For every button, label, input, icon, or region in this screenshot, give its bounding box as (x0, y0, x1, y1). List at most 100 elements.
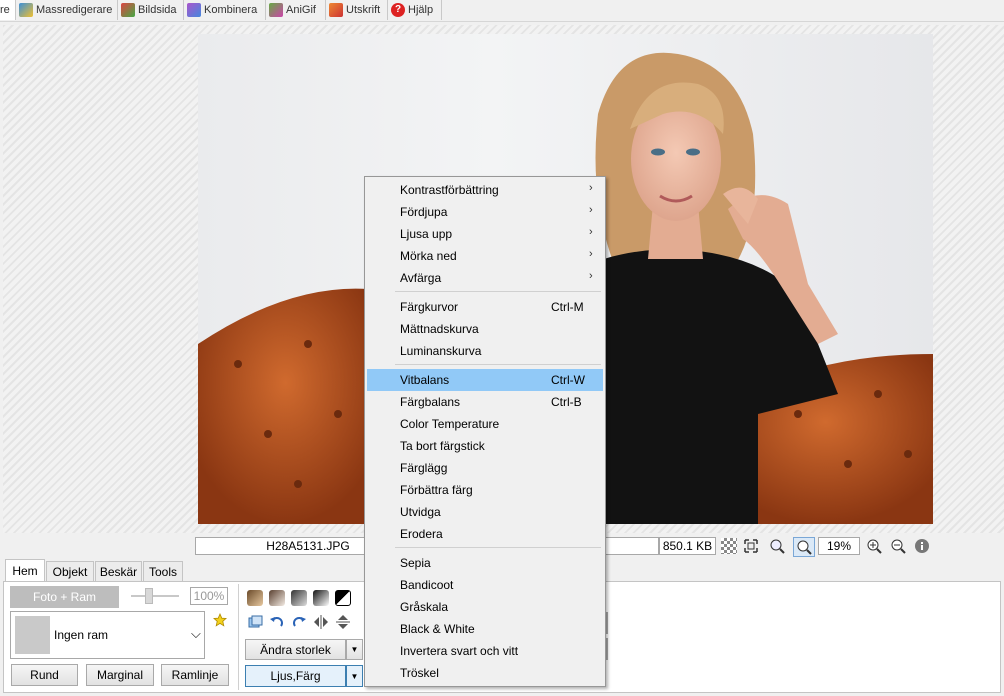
zoom-actual-icon[interactable] (769, 538, 785, 554)
tab-utskrift-label: Utskrift (346, 4, 381, 16)
contrast-icon[interactable] (313, 590, 329, 606)
menu-item-label: Invertera svart och vitt (400, 644, 519, 658)
menu-item-erodera[interactable]: Erodera (367, 523, 603, 545)
menu-item-label: Utvidga (400, 505, 441, 519)
margin-button[interactable]: Marginal (86, 664, 154, 686)
menu-item-fordjupa[interactable]: Fördjupa › (367, 201, 603, 223)
tab-kombinera[interactable]: Kombinera (184, 0, 266, 20)
menu-item-label: Fördjupa (400, 205, 448, 219)
help-icon: ? (391, 3, 405, 17)
menu-item-fargbalans[interactable]: Färgbalans Ctrl-B (367, 391, 603, 413)
menu-separator (395, 547, 601, 548)
opacity-slider-thumb[interactable] (145, 588, 153, 604)
frame-select[interactable]: Ingen ram ⌵ (10, 611, 205, 659)
menu-separator (395, 364, 601, 365)
transparency-grid-icon[interactable] (721, 538, 737, 554)
tab-tools[interactable]: Tools (143, 561, 183, 581)
menu-item-label: Ljusa upp (400, 227, 453, 241)
frame-select-value: Ingen ram (54, 628, 109, 642)
star-icon[interactable] (213, 612, 227, 630)
opacity-value[interactable]: 100% (190, 587, 228, 605)
zoom-out-icon[interactable] (890, 538, 906, 554)
resize-button[interactable]: Ändra storlek (245, 639, 346, 660)
flip-vertical-icon[interactable] (335, 614, 351, 630)
menu-item-ta-bort-fargstick[interactable]: Ta bort färgstick (367, 435, 603, 457)
zoom-in-icon[interactable] (866, 538, 882, 554)
zoom-fit-icon[interactable] (793, 537, 815, 557)
menu-item-utvidga[interactable]: Utvidga (367, 501, 603, 523)
menu-item-graskala[interactable]: Gråskala (367, 596, 603, 618)
tab-anigif[interactable]: AniGif (266, 0, 326, 20)
menu-item-fargkurvor[interactable]: Färgkurvor Ctrl-M (367, 296, 603, 318)
menu-item-label: Ta bort färgstick (400, 439, 485, 453)
menu-item-mattnadskurva[interactable]: Mättnadskurva (367, 318, 603, 340)
menu-item-bandicoot[interactable]: Bandicoot (367, 574, 603, 596)
menu-item-vitbalans[interactable]: Vitbalans Ctrl-W (367, 369, 603, 391)
tab-bildsida[interactable]: Bildsida (118, 0, 184, 20)
menu-item-label: Färgkurvor (400, 300, 459, 314)
menu-item-sepia[interactable]: Sepia (367, 552, 603, 574)
menu-item-forbattra-farg[interactable]: Förbättra färg (367, 479, 603, 501)
tab-massredigerare[interactable]: Massredigerare (16, 0, 118, 20)
menu-item-troskel[interactable]: Tröskel (367, 662, 603, 684)
panel-button-edge (606, 638, 608, 660)
round-button[interactable]: Rund (11, 664, 78, 686)
grayscale-icon[interactable] (291, 590, 307, 606)
submenu-arrow-icon: › (589, 248, 593, 260)
info-icon[interactable] (914, 538, 930, 554)
warm-tone-icon[interactable] (269, 590, 285, 606)
menu-item-luminanskurva[interactable]: Luminanskurva (367, 340, 603, 362)
light-color-button[interactable]: Ljus,Färg (245, 665, 346, 687)
sepia-tone-icon[interactable] (247, 590, 263, 606)
menu-item-label: Erodera (400, 527, 443, 541)
menu-item-invertera-svart-och-vitt[interactable]: Invertera svart och vitt (367, 640, 603, 662)
panel-button-edge (606, 612, 608, 634)
submenu-arrow-icon: › (589, 270, 593, 282)
menu-item-label: Mörka ned (400, 249, 457, 263)
tab-editor[interactable]: re (0, 0, 16, 20)
tab-utskrift[interactable]: Utskrift (326, 0, 388, 20)
print-icon (329, 3, 343, 17)
menu-item-label: Gråskala (400, 600, 449, 614)
photo-frame-button[interactable]: Foto + Ram (10, 586, 119, 608)
menu-item-shortcut: Ctrl-W (551, 373, 585, 387)
menu-item-ljusa-upp[interactable]: Ljusa upp › (367, 223, 603, 245)
menu-item-black-white[interactable]: Black & White (367, 618, 603, 640)
zoom-level-display: 19% (818, 537, 860, 555)
menu-item-label: Förbättra färg (400, 483, 473, 497)
menu-item-shortcut: Ctrl-M (551, 300, 584, 314)
opacity-slider[interactable] (131, 595, 179, 597)
tab-beskar[interactable]: Beskär (95, 561, 142, 581)
filesize-display: 850.1 KB (659, 537, 716, 555)
tab-kombinera-label: Kombinera (204, 4, 258, 16)
panel-divider (238, 584, 239, 690)
menu-item-color-temperature[interactable]: Color Temperature (367, 413, 603, 435)
tab-hjalp[interactable]: ? Hjälp (388, 0, 442, 20)
copy-icon[interactable] (247, 614, 263, 630)
frame-thumbnail (15, 616, 50, 654)
menu-item-avfarga[interactable]: Avfärga › (367, 267, 603, 289)
invert-icon[interactable] (335, 590, 351, 606)
menu-item-farglagg[interactable]: Färglägg (367, 457, 603, 479)
tab-hem[interactable]: Hem (5, 559, 45, 582)
menu-item-label: Bandicoot (400, 578, 454, 592)
rotate-left-icon[interactable] (269, 614, 285, 630)
menu-item-label: Mättnadskurva (400, 322, 479, 336)
page-icon (121, 3, 135, 17)
menu-item-label: Sepia (400, 556, 431, 570)
menu-item-shortcut: Ctrl-B (551, 395, 582, 409)
chevron-down-icon: ⌵ (191, 626, 201, 641)
rotate-right-icon[interactable] (291, 614, 307, 630)
fit-screen-icon[interactable] (743, 538, 759, 554)
flip-horizontal-icon[interactable] (313, 614, 329, 630)
combine-icon (187, 3, 201, 17)
resize-dropdown-button[interactable]: ▼ (346, 639, 363, 660)
batch-edit-icon (19, 3, 33, 17)
menu-item-morka-ned[interactable]: Mörka ned › (367, 245, 603, 267)
submenu-arrow-icon: › (589, 204, 593, 216)
menu-item-label: Vitbalans (400, 373, 450, 387)
light-color-dropdown-button[interactable]: ▼ (346, 665, 363, 687)
frame-line-button[interactable]: Ramlinje (161, 664, 229, 686)
tab-objekt[interactable]: Objekt (46, 561, 94, 581)
menu-item-kontrastforbattring[interactable]: Kontrastförbättring › (367, 179, 603, 201)
